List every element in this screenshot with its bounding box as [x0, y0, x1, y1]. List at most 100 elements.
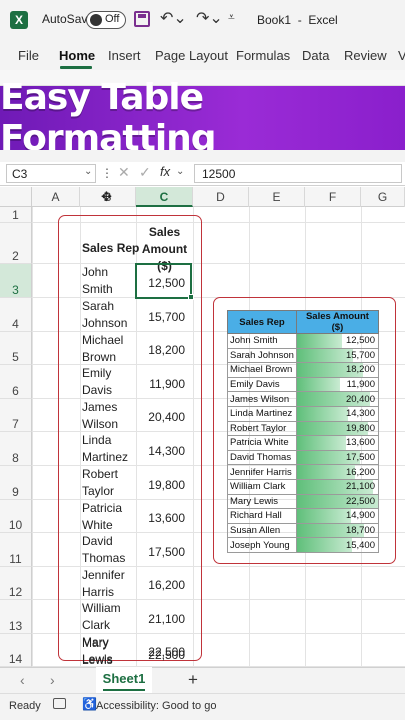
- formatted-table[interactable]: Sales Rep Sales Amount ($) John Smith 12,…: [227, 310, 380, 553]
- cell-sales-rep[interactable]: Sarah Johnson: [82, 298, 127, 332]
- row-header-8[interactable]: 8: [0, 432, 32, 466]
- table-cell-amount[interactable]: 21,100: [295, 478, 380, 495]
- table-cell-name[interactable]: Robert Taylor: [227, 420, 297, 437]
- cell-sales-amount[interactable]: 18,200: [136, 343, 193, 357]
- table-row[interactable]: Jennifer Harris 16,200: [227, 464, 380, 480]
- row-header-1[interactable]: 1: [0, 207, 32, 223]
- table-cell-name[interactable]: Richard Hall: [227, 508, 297, 524]
- selected-cell-c3[interactable]: [135, 263, 192, 299]
- tab-page-layout[interactable]: Page Layout: [155, 48, 228, 63]
- cell-sales-amount[interactable]: 21,100: [136, 612, 193, 626]
- table-header-sales-amount[interactable]: Sales Amount ($): [295, 310, 380, 334]
- row-header-3[interactable]: 3: [0, 264, 32, 298]
- cell-sales-rep[interactable]: Robert Taylor: [82, 466, 118, 500]
- cell-sales-amount[interactable]: 17,500: [136, 545, 193, 559]
- row-header-7[interactable]: 7: [0, 399, 32, 432]
- table-cell-amount[interactable]: 18,700: [295, 522, 380, 539]
- tab-home[interactable]: Home: [59, 48, 95, 63]
- table-row[interactable]: David Thomas 17,500: [227, 449, 380, 466]
- column-header-f[interactable]: F: [305, 187, 361, 207]
- fill-handle[interactable]: [188, 294, 194, 300]
- table-cell-amount[interactable]: 14,300: [295, 405, 380, 422]
- chevron-down-icon[interactable]: ⌄: [84, 166, 92, 177]
- row-header-10[interactable]: 10: [0, 500, 32, 533]
- column-header-c[interactable]: C: [136, 187, 193, 207]
- save-icon[interactable]: [134, 11, 150, 27]
- accessibility-status[interactable]: Accessibility: Good to go: [96, 700, 216, 712]
- table-row[interactable]: Susan Allen 18,700: [227, 522, 380, 539]
- add-sheet-button[interactable]: +: [188, 670, 198, 690]
- cell-sales-rep[interactable]: James Wilson: [82, 399, 118, 433]
- table-cell-amount[interactable]: 18,200: [295, 362, 380, 378]
- chevron-down-icon[interactable]: ⌄: [176, 166, 184, 177]
- row-header-9[interactable]: 9: [0, 466, 32, 500]
- row-header-6[interactable]: 6: [0, 365, 32, 399]
- table-cell-name[interactable]: Emily Davis: [227, 376, 297, 393]
- table-cell-amount[interactable]: 22,500: [295, 493, 380, 510]
- tab-review[interactable]: Review: [344, 48, 387, 63]
- row-header-2[interactable]: 2: [0, 223, 32, 264]
- column-header-g[interactable]: G: [361, 187, 405, 207]
- table-row[interactable]: Mary Lewis 22,500: [227, 493, 380, 510]
- cell-sales-amount[interactable]: 14,300: [136, 444, 193, 458]
- insert-function-icon[interactable]: fx: [160, 164, 170, 179]
- table-cell-amount[interactable]: 12,500: [295, 333, 380, 349]
- table-cell-name[interactable]: William Clark: [227, 478, 297, 495]
- table-row[interactable]: Patricia White 13,600: [227, 435, 380, 451]
- macro-recording-icon[interactable]: [53, 698, 66, 709]
- tab-insert[interactable]: Insert: [108, 48, 141, 63]
- table-row[interactable]: James Wilson 20,400: [227, 391, 380, 407]
- cancel-icon[interactable]: ✕: [118, 164, 130, 181]
- more-options-icon[interactable]: ⋮: [101, 166, 113, 180]
- table-cell-amount[interactable]: 13,600: [295, 435, 380, 451]
- cell-sales-amount[interactable]: 11,900: [136, 377, 193, 391]
- table-row[interactable]: Richard Hall 14,900: [227, 508, 380, 524]
- chevron-left-icon[interactable]: ‹: [20, 672, 25, 688]
- tab-file[interactable]: File: [18, 48, 39, 63]
- cell-sales-rep[interactable]: Patricia White: [82, 500, 122, 534]
- table-header-sales-rep[interactable]: Sales Rep: [227, 310, 297, 334]
- formula-input[interactable]: 12500: [194, 164, 402, 183]
- table-row[interactable]: Emily Davis 11,900: [227, 376, 380, 393]
- table-cell-name[interactable]: Sarah Johnson: [227, 347, 297, 364]
- table-cell-name[interactable]: Michael Brown: [227, 362, 297, 378]
- tab-view[interactable]: V: [398, 48, 405, 63]
- table-cell-name[interactable]: Susan Allen: [227, 522, 297, 539]
- tab-data[interactable]: Data: [302, 48, 329, 63]
- table-cell-name[interactable]: David Thomas: [227, 449, 297, 466]
- cell-sales-amount[interactable]: 20,400: [136, 410, 193, 424]
- table-cell-amount[interactable]: 15,400: [295, 537, 380, 553]
- table-cell-name[interactable]: Jennifer Harris: [227, 464, 297, 480]
- table-cell-amount[interactable]: 20,400: [295, 391, 380, 407]
- row-header-14[interactable]: 14: [0, 634, 32, 667]
- cell-sales-amount[interactable]: 13,600: [136, 511, 193, 525]
- table-cell-amount[interactable]: 17,500: [295, 449, 380, 466]
- cell-sales-rep[interactable]: Jennifer Harris: [82, 567, 125, 601]
- table-cell-amount[interactable]: 16,200: [295, 464, 380, 480]
- autosave-toggle[interactable]: Off: [86, 11, 126, 29]
- table-cell-name[interactable]: John Smith: [227, 333, 297, 349]
- select-all-corner[interactable]: [0, 187, 32, 207]
- redo-icon[interactable]: ↷⌄: [196, 8, 223, 28]
- table-cell-name[interactable]: James Wilson: [227, 391, 297, 407]
- cell-sales-rep[interactable]: John Smith: [82, 264, 113, 298]
- name-box[interactable]: C3: [6, 164, 96, 183]
- cell-sales-amount[interactable]: 22,500: [136, 648, 193, 662]
- column-header-a[interactable]: A: [32, 187, 80, 207]
- header-sales-rep[interactable]: Sales Rep: [82, 240, 139, 257]
- tab-formulas[interactable]: Formulas: [236, 48, 290, 63]
- cell-sales-rep[interactable]: Emily Davis: [82, 365, 112, 399]
- table-cell-name[interactable]: Patricia White: [227, 435, 297, 451]
- cell-sales-rep[interactable]: Linda Martinez: [82, 432, 128, 466]
- table-row[interactable]: William Clark 21,100: [227, 478, 380, 495]
- cell-sales-amount[interactable]: 15,700: [136, 310, 193, 324]
- cell-sales-rep[interactable]: William Clark: [82, 600, 121, 634]
- row-header-11[interactable]: 11: [0, 533, 32, 567]
- row-header-13[interactable]: 13: [0, 600, 32, 634]
- cell-sales-rep[interactable]: Michael Brown: [82, 332, 123, 366]
- table-cell-name[interactable]: Mary Lewis: [227, 493, 297, 510]
- table-cell-name[interactable]: Linda Martinez: [227, 405, 297, 422]
- column-header-e[interactable]: E: [249, 187, 305, 207]
- table-cell-name[interactable]: Joseph Young: [227, 537, 297, 553]
- table-row[interactable]: John Smith 12,500: [227, 333, 380, 349]
